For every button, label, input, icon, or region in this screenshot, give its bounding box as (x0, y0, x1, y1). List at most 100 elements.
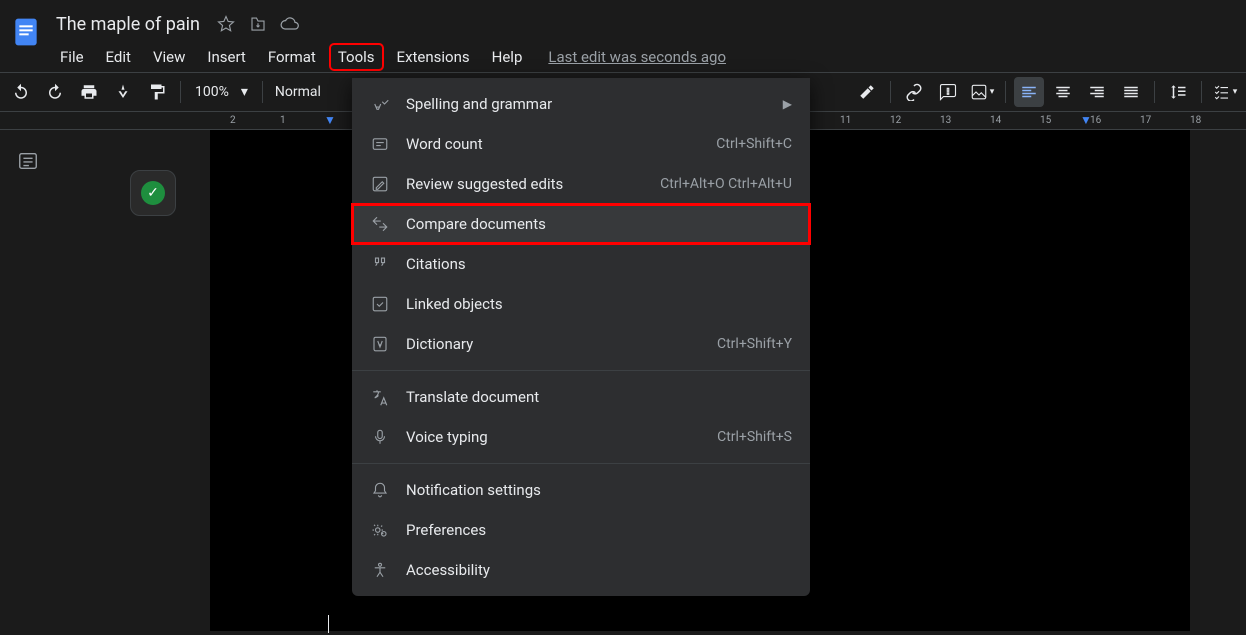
separator (352, 463, 810, 464)
menu-extensions[interactable]: Extensions (389, 44, 478, 70)
text-cursor (328, 615, 329, 633)
comment-button[interactable] (933, 77, 963, 107)
menu-shortcut: Ctrl+Shift+S (717, 429, 792, 445)
menu-insert[interactable]: Insert (199, 44, 253, 70)
ruler-tick: 1 (280, 115, 286, 126)
star-icon[interactable] (216, 14, 236, 34)
align-center-button[interactable] (1048, 77, 1078, 107)
menu-citations[interactable]: Citations (352, 244, 810, 284)
menu-format[interactable]: Format (260, 44, 324, 70)
menu-spelling[interactable]: Spelling and grammar ▶ (352, 84, 810, 124)
separator (890, 81, 891, 103)
zoom-value: 100% (195, 84, 229, 100)
ruler-tick: 17 (1140, 115, 1151, 126)
ruler-tick: 18 (1190, 115, 1201, 126)
citations-icon (370, 255, 390, 273)
gear-icon (370, 521, 390, 539)
tools-dropdown: Spelling and grammar ▶ Word count Ctrl+S… (352, 78, 810, 596)
align-right-button[interactable] (1082, 77, 1112, 107)
zoom-select[interactable]: 100%▾ (189, 84, 254, 100)
print-button[interactable] (74, 77, 104, 107)
menu-preferences[interactable]: Preferences (352, 510, 810, 550)
ruler-indent-marker[interactable]: ▼ (324, 113, 336, 127)
ruler-tick: 12 (890, 115, 901, 126)
cloud-icon[interactable] (280, 14, 300, 34)
outline-icon[interactable] (17, 150, 39, 176)
approve-badge[interactable]: ✓ (130, 170, 176, 216)
menu-label: Word count (406, 135, 700, 153)
document-title[interactable]: The maple of pain (52, 14, 204, 35)
accessibility-icon (370, 561, 390, 579)
menu-tools[interactable]: Tools (330, 44, 383, 70)
review-icon (370, 175, 390, 193)
paragraph-style-select[interactable]: Normal (271, 84, 325, 100)
spellcheck-button[interactable] (108, 77, 138, 107)
menu-file[interactable]: File (52, 44, 92, 70)
ruler-tick: 13 (940, 115, 951, 126)
separator (1005, 81, 1006, 103)
menubar: File Edit View Insert Format Tools Exten… (52, 42, 1238, 72)
menu-linked[interactable]: Linked objects (352, 284, 810, 324)
separator (352, 370, 810, 371)
menu-voice[interactable]: Voice typing Ctrl+Shift+S (352, 417, 810, 457)
separator (1201, 81, 1202, 103)
check-icon: ✓ (141, 181, 165, 205)
checklist-button[interactable]: ▾ (1210, 77, 1240, 107)
linked-icon (370, 295, 390, 313)
menu-label: Notification settings (406, 481, 792, 499)
translate-icon (370, 388, 390, 406)
ruler-tick: 16 (1090, 115, 1101, 126)
separator (180, 81, 181, 103)
line-spacing-button[interactable] (1163, 77, 1193, 107)
menu-help[interactable]: Help (484, 44, 531, 70)
mic-icon (370, 428, 390, 446)
redo-button[interactable] (40, 77, 70, 107)
menu-compare[interactable]: Compare documents (352, 204, 810, 244)
left-rail (0, 130, 56, 631)
menu-notification[interactable]: Notification settings (352, 470, 810, 510)
ruler-tick: 14 (990, 115, 1001, 126)
menu-label: Translate document (406, 388, 792, 406)
menu-label: Voice typing (406, 428, 701, 446)
compare-icon (370, 215, 390, 233)
undo-button[interactable] (6, 77, 36, 107)
menu-shortcut: Ctrl+Alt+O Ctrl+Alt+U (660, 176, 792, 192)
paint-format-button[interactable] (142, 77, 172, 107)
titlebar: The maple of pain File Edit View Insert … (0, 0, 1246, 72)
menu-label: Spelling and grammar (406, 95, 767, 113)
menu-translate[interactable]: Translate document (352, 377, 810, 417)
menu-label: Review suggested edits (406, 175, 644, 193)
align-left-button[interactable] (1014, 77, 1044, 107)
menu-dictionary[interactable]: Dictionary Ctrl+Shift+Y (352, 324, 810, 364)
separator (1154, 81, 1155, 103)
highlighter-button[interactable] (852, 77, 882, 107)
dictionary-icon (370, 335, 390, 353)
ruler-tick: 15 (1040, 115, 1051, 126)
last-edit-link[interactable]: Last edit was seconds ago (548, 48, 726, 66)
move-icon[interactable] (248, 14, 268, 34)
ruler-tick: 2 (230, 115, 236, 126)
bell-icon (370, 481, 390, 499)
menu-label: Citations (406, 255, 792, 273)
wordcount-icon (370, 135, 390, 153)
menu-label: Linked objects (406, 295, 792, 313)
align-justify-button[interactable] (1116, 77, 1146, 107)
menu-wordcount[interactable]: Word count Ctrl+Shift+C (352, 124, 810, 164)
chevron-right-icon: ▶ (783, 97, 792, 111)
menu-view[interactable]: View (145, 44, 193, 70)
menu-label: Compare documents (406, 215, 792, 233)
menu-label: Accessibility (406, 561, 792, 579)
spellcheck-icon (370, 95, 390, 113)
menu-label: Preferences (406, 521, 792, 539)
menu-edit[interactable]: Edit (98, 44, 139, 70)
menu-label: Dictionary (406, 335, 701, 353)
link-button[interactable] (899, 77, 929, 107)
menu-shortcut: Ctrl+Shift+C (716, 136, 792, 152)
ruler-tick: 11 (840, 115, 851, 126)
image-button[interactable]: ▾ (967, 77, 997, 107)
docs-logo[interactable] (8, 10, 44, 54)
menu-accessibility[interactable]: Accessibility (352, 550, 810, 590)
style-value: Normal (275, 84, 321, 100)
separator (262, 81, 263, 103)
menu-review[interactable]: Review suggested edits Ctrl+Alt+O Ctrl+A… (352, 164, 810, 204)
